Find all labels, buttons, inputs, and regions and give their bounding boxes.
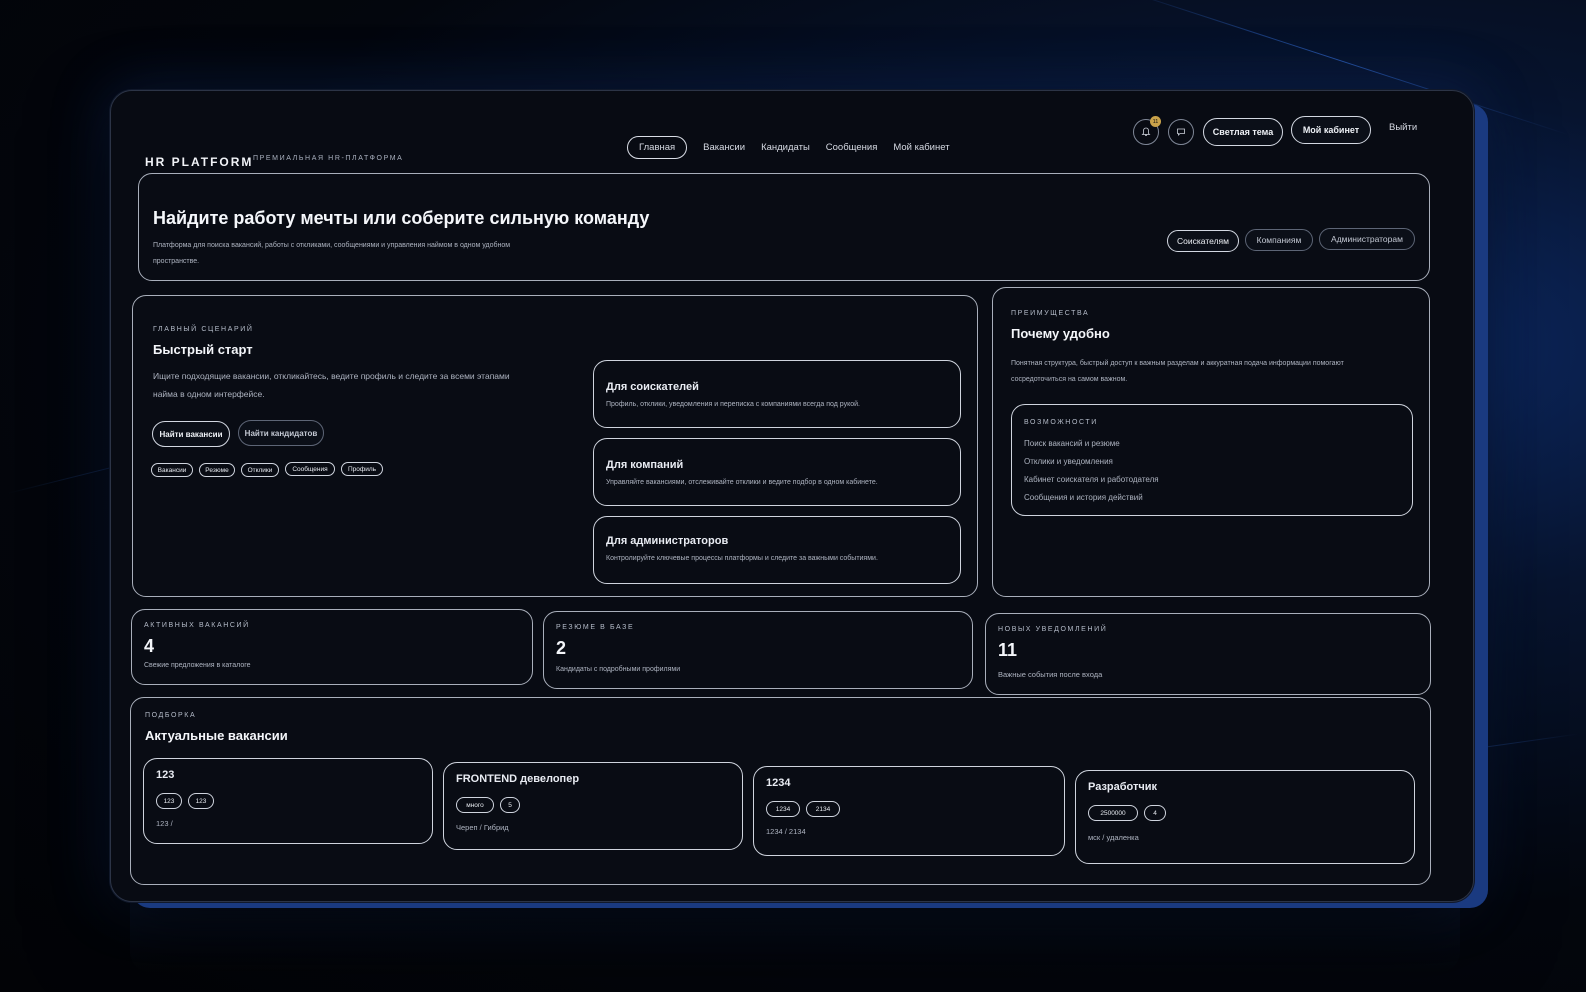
stat-desc: Важные события после входа — [998, 670, 1103, 679]
stat-desc: Кандидаты с подробными профилями — [556, 666, 681, 673]
vacancy-meta: 1234 / 2134 — [766, 827, 806, 836]
chip-profile[interactable]: Профиль — [341, 462, 383, 476]
nav-item-home[interactable]: Главная — [627, 136, 688, 159]
role-desc: Профиль, отклики, уведомления и переписк… — [606, 401, 860, 408]
advantages-title: Почему удобно — [1011, 326, 1110, 341]
chip-vacancies[interactable]: Вакансии — [151, 463, 193, 477]
feature-item: Кабинет соискателя и работодателя — [1024, 475, 1159, 484]
role-title: Для соискателей — [606, 381, 699, 393]
quick-start-card: ГЛАВНЫЙ СЦЕНАРИЙ Быстрый старт Ищите под… — [132, 295, 978, 597]
vacancy-title: 1234 — [766, 777, 791, 789]
vacancy-title: Разработчик — [1088, 781, 1158, 793]
advantages-eyebrow: ПРЕИМУЩЕСТВА — [1011, 310, 1090, 317]
vacancy-card[interactable]: Разработчик 2500000 4 мск / удаленка — [1075, 770, 1415, 864]
feature-item: Поиск вакансий и резюме — [1024, 439, 1120, 448]
bell-icon — [1141, 127, 1151, 136]
advantages-desc-2: сосредоточиться на самом важном. — [1011, 376, 1128, 383]
notifications-button[interactable]: 11 — [1133, 116, 1161, 145]
vacancy-tag: много — [456, 797, 494, 813]
app-window: HR PLATFORM ПРЕМИАЛЬНАЯ HR-ПЛАТФОРМА Гла… — [110, 90, 1474, 902]
messages-button[interactable] — [1168, 119, 1194, 145]
vacancy-title: FRONTEND девелопер — [456, 773, 580, 785]
cabinet-button[interactable]: Мой кабинет — [1291, 116, 1371, 144]
chip-responses[interactable]: Отклики — [241, 463, 279, 477]
quick-start-desc-1: Ищите подходящие вакансии, откликайтесь,… — [153, 371, 510, 381]
role-desc: Контролируйте ключевые процессы платформ… — [606, 555, 878, 562]
tab-job-seekers[interactable]: Соискателям — [1167, 230, 1239, 252]
vacancy-card[interactable]: 123 123 123 123 / — [143, 758, 433, 844]
tab-companies[interactable]: Компаниям — [1245, 229, 1313, 251]
vacancy-tag: 4 — [1144, 805, 1166, 821]
nav-item-vacancies[interactable]: Вакансии — [703, 142, 745, 153]
chat-icon — [1177, 128, 1185, 136]
quick-start-eyebrow: ГЛАВНЫЙ СЦЕНАРИЙ — [153, 326, 254, 333]
vacancy-tag: 2134 — [806, 801, 840, 817]
vacancy-card[interactable]: 1234 1234 2134 1234 / 2134 — [753, 766, 1065, 856]
panel-reflection — [130, 902, 1460, 972]
vacancies-title: Актуальные вакансии — [145, 728, 288, 743]
vacancies-eyebrow: ПОДБОРКА — [145, 712, 197, 719]
stat-value: 4 — [144, 636, 155, 656]
vacancy-title: 123 — [156, 769, 175, 781]
stat-label: РЕЗЮМЕ В БАЗЕ — [556, 624, 635, 631]
hero-subtitle-1: Платформа для поиска вакансий, работы с … — [153, 242, 511, 249]
vacancy-meta: мск / удаленка — [1088, 833, 1139, 842]
stat-label: НОВЫХ УВЕДОМЛЕНИЙ — [998, 626, 1108, 633]
vacancy-card[interactable]: FRONTEND девелопер много 5 Череп / Гибри… — [443, 762, 743, 850]
stat-label: АКТИВНЫХ ВАКАНСИЙ — [144, 622, 250, 629]
stat-card-notifications: НОВЫХ УВЕДОМЛЕНИЙ 11 Важные события посл… — [985, 613, 1431, 695]
nav-item-candidates[interactable]: Кандидаты — [761, 142, 810, 153]
stat-card-vacancies: АКТИВНЫХ ВАКАНСИЙ 4 Свежие предложения в… — [131, 609, 533, 685]
nav-item-messages[interactable]: Сообщения — [826, 142, 878, 153]
chip-resumes[interactable]: Резюме — [199, 463, 235, 477]
quick-start-title: Быстрый старт — [153, 342, 253, 357]
hero-card: Найдите работу мечты или соберите сильну… — [138, 173, 1430, 281]
main-nav: Главная Вакансии Кандидаты Сообщения Мой… — [627, 136, 950, 159]
tab-admins[interactable]: Администраторам — [1319, 228, 1415, 250]
vacancy-meta: Череп / Гибрид — [456, 823, 509, 832]
vacancies-section: ПОДБОРКА Актуальные вакансии 123 123 123… — [130, 697, 1431, 885]
logout-link[interactable]: Выйти — [1389, 122, 1417, 133]
vacancy-tag: 123 — [156, 793, 182, 809]
features-eyebrow: ВОЗМОЖНОСТИ — [1024, 419, 1098, 426]
feature-item: Отклики и уведомления — [1024, 457, 1113, 466]
advantages-desc-1: Понятная структура, быстрый доступ к важ… — [1011, 360, 1344, 367]
chip-messages[interactable]: Сообщения — [285, 462, 335, 476]
role-card-seekers[interactable]: Для соискателей Профиль, отклики, уведом… — [593, 360, 961, 428]
hero-subtitle-2: пространстве. — [153, 258, 200, 265]
brand-tagline: ПРЕМИАЛЬНАЯ HR-ПЛАТФОРМА — [253, 155, 404, 162]
stat-desc: Свежие предложения в каталоге — [144, 662, 251, 669]
stat-value: 11 — [998, 640, 1018, 660]
role-card-companies[interactable]: Для компаний Управляйте вакансиями, отсл… — [593, 438, 961, 506]
theme-toggle-button[interactable]: Светлая тема — [1203, 118, 1283, 146]
brand-logo: HR PLATFORM — [145, 155, 254, 169]
stat-value: 2 — [556, 638, 567, 658]
stat-card-resumes: РЕЗЮМЕ В БАЗЕ 2 Кандидаты с подробными п… — [543, 611, 973, 689]
quick-start-desc-2: найма в одном интерфейсе. — [153, 389, 265, 399]
role-title: Для администраторов — [606, 535, 729, 547]
vacancy-tag: 5 — [500, 797, 520, 813]
hero-title: Найдите работу мечты или соберите сильну… — [153, 208, 650, 228]
vacancy-tag: 1234 — [766, 801, 800, 817]
find-candidates-button[interactable]: Найти кандидатов — [238, 420, 324, 446]
vacancy-tag: 123 — [188, 793, 214, 809]
nav-item-cabinet[interactable]: Мой кабинет — [893, 142, 949, 153]
advantages-card: ПРЕИМУЩЕСТВА Почему удобно Понятная стру… — [992, 287, 1430, 597]
vacancy-meta: 123 / — [156, 819, 173, 828]
feature-item: Сообщения и история действий — [1024, 493, 1143, 502]
features-box: ВОЗМОЖНОСТИ Поиск вакансий и резюме Откл… — [1011, 404, 1413, 516]
find-vacancies-button[interactable]: Найти вакансии — [152, 421, 230, 447]
notifications-badge: 11 — [1150, 116, 1161, 127]
role-title: Для компаний — [606, 459, 684, 471]
role-desc: Управляйте вакансиями, отслеживайте откл… — [606, 479, 878, 486]
role-card-admins[interactable]: Для администраторов Контролируйте ключев… — [593, 516, 961, 584]
vacancy-tag: 2500000 — [1088, 805, 1138, 821]
